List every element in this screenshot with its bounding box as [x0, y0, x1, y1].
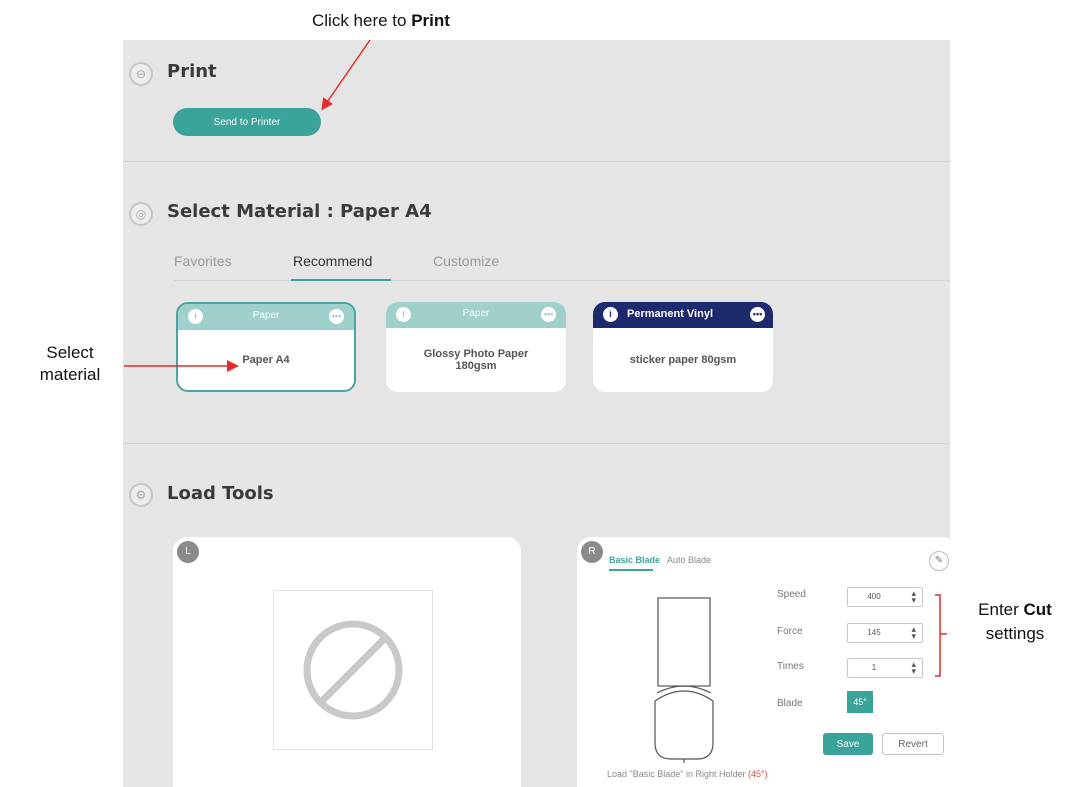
print-annotation: Click here to Print: [312, 11, 450, 31]
tab-recommend[interactable]: Recommend: [293, 253, 372, 269]
times-label: Times: [777, 661, 804, 672]
revert-button[interactable]: Revert: [882, 733, 944, 755]
speed-stepper[interactable]: 400 ▴ ▾: [847, 587, 923, 607]
empty-tool-slot: [273, 590, 433, 750]
material-card-name: Glossy Photo Paper 180gsm: [423, 348, 529, 372]
material-card-category: Permanent Vinyl: [627, 308, 713, 320]
more-icon[interactable]: •••: [750, 307, 765, 322]
material-card-header: i Paper •••: [386, 302, 566, 328]
force-label: Force: [777, 626, 803, 637]
blade-angle-button[interactable]: 45°: [847, 691, 873, 713]
tab-favorites[interactable]: Favorites: [174, 253, 232, 269]
stepper-arrows-icon[interactable]: ▴ ▾: [911, 660, 916, 676]
section-divider: [123, 161, 950, 162]
material-section-icon: ◎: [129, 202, 153, 226]
print-annotation-bold: Print: [411, 11, 450, 30]
speed-label: Speed: [777, 589, 806, 600]
select-annotation-line1: Select: [46, 343, 94, 362]
active-tab-underline: [291, 279, 391, 281]
more-icon[interactable]: •••: [329, 309, 344, 324]
send-to-printer-button[interactable]: Send to Printer: [173, 108, 321, 136]
stepper-arrows-icon[interactable]: ▴ ▾: [911, 625, 916, 641]
times-value: 1: [871, 663, 877, 672]
material-card-header: i Paper •••: [178, 304, 354, 330]
select-annotation-line2: material: [39, 365, 101, 384]
cut-annotation-prefix: Enter: [978, 600, 1024, 619]
times-stepper[interactable]: 1 ▴ ▾: [847, 658, 923, 678]
material-card-category: Paper: [462, 308, 490, 319]
material-card-name: Paper A4: [242, 354, 290, 366]
blade-illustration: [654, 597, 714, 763]
material-section-title: Select Material : Paper A4: [167, 201, 432, 222]
select-material-annotation: Select material: [20, 342, 120, 386]
blade-label: Blade: [777, 698, 803, 709]
stepper-arrows-icon[interactable]: ▴ ▾: [911, 589, 916, 605]
material-card-header: i Permanent Vinyl •••: [593, 302, 773, 328]
tools-section-title: Load Tools: [167, 483, 274, 504]
left-holder-card: L: [173, 537, 521, 787]
right-holder-badge: R: [581, 541, 603, 563]
material-card-glossy-photo-paper[interactable]: i Paper ••• Glossy Photo Paper 180gsm: [386, 302, 566, 392]
force-stepper[interactable]: 145 ▴ ▾: [847, 623, 923, 643]
right-holder-card: R Basic Blade Auto Blade ✎ Speed 400 ▴ ▾ …: [577, 537, 950, 787]
speed-value: 400: [867, 592, 881, 601]
settings-icon[interactable]: ✎: [929, 551, 949, 571]
no-tool-icon: [303, 620, 403, 720]
material-card-name: sticker paper 80gsm: [629, 354, 737, 366]
print-section-icon: ⊖: [129, 62, 153, 86]
force-value: 145: [867, 628, 881, 637]
material-card-sticker-paper[interactable]: i Permanent Vinyl ••• sticker paper 80gs…: [593, 302, 773, 392]
load-message-text: Load "Basic Blade" in Right Holder: [607, 769, 748, 779]
save-button[interactable]: Save: [823, 733, 873, 755]
material-card-category: Paper: [252, 310, 280, 321]
tab-customize[interactable]: Customize: [433, 253, 499, 269]
section-divider: [123, 443, 950, 444]
load-blade-message: Load "Basic Blade" in Right Holder (45°): [607, 769, 768, 779]
more-icon[interactable]: •••: [541, 307, 556, 322]
tools-section-icon: ⚙: [129, 483, 153, 507]
left-holder-badge: L: [177, 541, 199, 563]
print-section-title: Print: [167, 61, 217, 82]
load-message-angle: (45°): [747, 769, 768, 779]
blade-tab-auto[interactable]: Auto Blade: [667, 555, 711, 565]
cut-annotation-bold: Cut: [1023, 600, 1052, 619]
cut-annotation-line2: settings: [985, 624, 1045, 643]
cut-settings-annotation: Enter Cut settings: [960, 598, 1070, 646]
info-icon: i: [603, 307, 618, 322]
print-annotation-text: Click here to: [312, 11, 412, 30]
blade-tab-basic[interactable]: Basic Blade: [609, 555, 660, 565]
material-card-paper-a4[interactable]: i Paper ••• Paper A4: [176, 302, 356, 392]
blade-tab-underline: [609, 569, 653, 571]
app-panel: ⊖ Print Send to Printer ◎ Select Materia…: [123, 40, 950, 787]
